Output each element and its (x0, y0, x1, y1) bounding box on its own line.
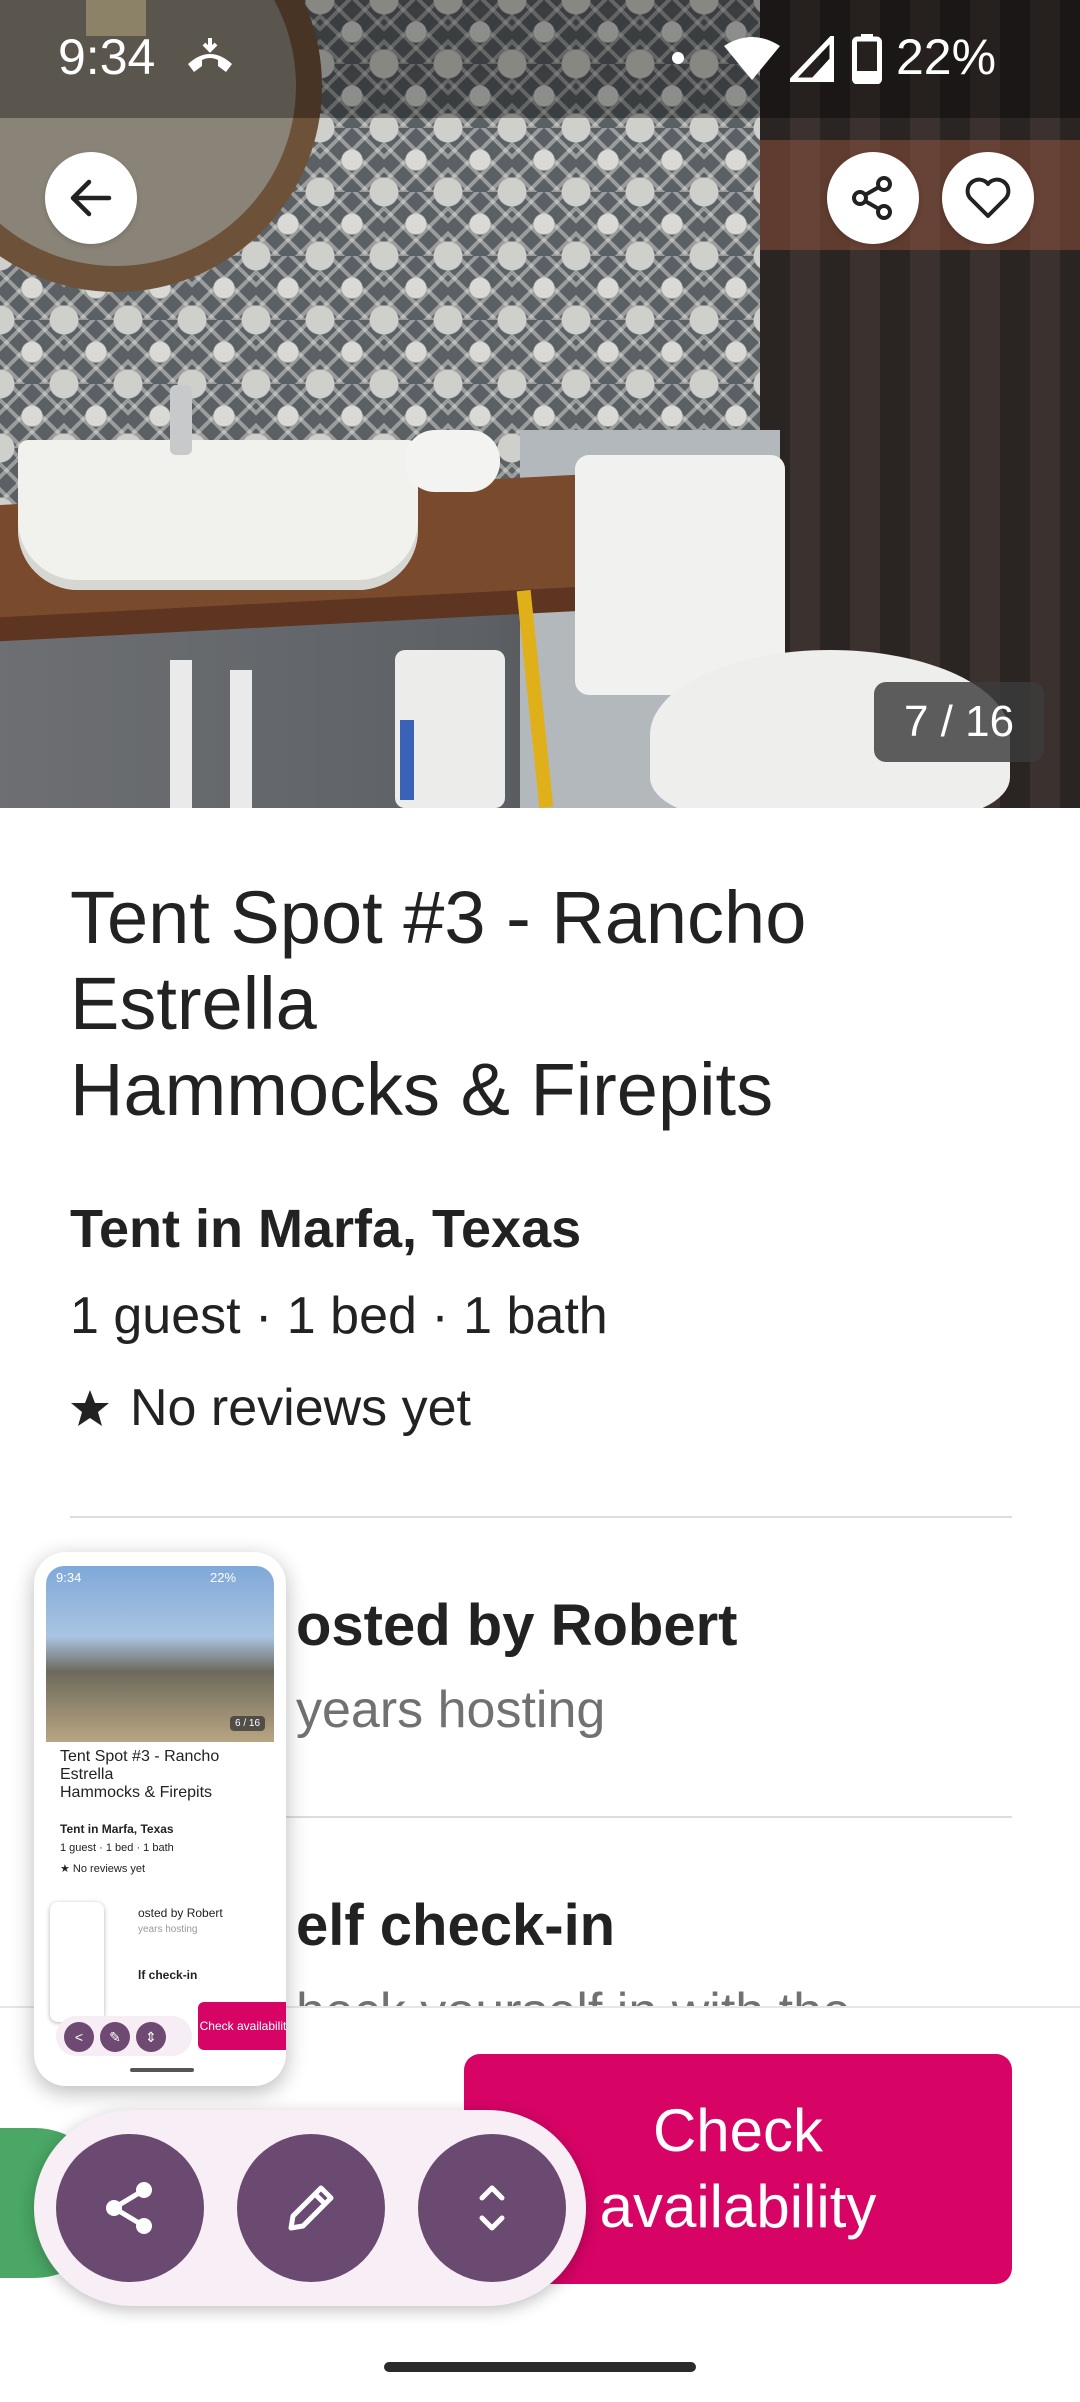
expand-icon (479, 2185, 505, 2231)
listing-details: 1 guest · 1 bed · 1 bath (70, 1287, 608, 1345)
preview-host-sub: years hosting (138, 1924, 198, 1935)
sink (18, 440, 418, 590)
status-time: 9:34 (58, 29, 156, 85)
reviews-row: No reviews yet (70, 1378, 471, 1438)
screenshot-preview[interactable]: 9:34 22% 6 / 16 Tent Spot #3 - Rancho Es… (34, 1552, 286, 2086)
star-icon (71, 1390, 109, 1426)
check-availability-label: Check availability (599, 2097, 877, 2240)
reviews-text: No reviews yet (130, 1379, 471, 1437)
preview-handle (130, 2068, 194, 2072)
toilet-paper (405, 430, 500, 492)
edit-icon (288, 2185, 334, 2231)
faucet (170, 385, 192, 455)
self-check-in-desc: heck yourself in with the (296, 1982, 851, 2006)
call-icon (188, 38, 232, 72)
expand-screenshot-button[interactable] (418, 2134, 566, 2282)
share-screenshot-button[interactable] (56, 2134, 204, 2282)
listing-title: Tent Spot #3 - Rancho Estrella Hammocks … (70, 876, 807, 1131)
heater-strip (400, 720, 414, 800)
preview-photo-counter: 6 / 16 (230, 1716, 266, 1731)
preview-edit-icon: ✎ (100, 2022, 130, 2052)
preview-nested-thumbnail (50, 1902, 104, 2022)
pipe (230, 670, 252, 808)
preview-battery: 22% (210, 1570, 237, 1585)
battery-percent: 22% (896, 29, 997, 85)
preview-details: 1 guest · 1 bed · 1 bath (60, 1842, 174, 1854)
preview-subtitle: Tent in Marfa, Texas (60, 1822, 174, 1836)
share-button[interactable] (827, 152, 919, 244)
pipe (170, 660, 192, 808)
preview-expand-icon: ⇕ (136, 2022, 166, 2052)
preview-time: 9:34 (56, 1570, 82, 1585)
share-icon (852, 176, 892, 220)
preview-host: osted by Robert (138, 1906, 223, 1920)
home-indicator[interactable] (384, 2362, 696, 2372)
listing-subtitle: Tent in Marfa, Texas (70, 1199, 582, 1259)
host-years: years hosting (296, 1681, 606, 1739)
preview-check-button: Check availability (198, 2002, 286, 2050)
photo-counter: 7 / 16 (874, 682, 1044, 762)
save-favorite-button[interactable] (942, 152, 1034, 244)
preview-reviews: ★ No reviews yet (60, 1863, 146, 1875)
preview-check-in: lf check-in (138, 1968, 198, 1982)
host-title[interactable]: osted by Robert (296, 1592, 738, 1659)
wifi-icon (724, 37, 780, 80)
preview-share-icon: < (64, 2022, 94, 2052)
signal-icon (790, 36, 834, 82)
self-check-in-title: elf check-in (296, 1893, 616, 1958)
share-icon (106, 2182, 152, 2234)
edit-screenshot-button[interactable] (237, 2134, 385, 2282)
back-arrow-icon (70, 179, 112, 217)
divider (70, 1516, 1012, 1518)
preview-check-label: Check availability (199, 2019, 286, 2033)
notification-dot (672, 52, 684, 64)
status-bar: 9:34 22% (0, 0, 1080, 118)
back-button[interactable] (45, 152, 137, 244)
preview-title: Tent Spot #3 - Rancho Estrella Hammocks … (60, 1748, 220, 1801)
heart-icon (965, 177, 1011, 218)
battery-icon (852, 34, 882, 84)
